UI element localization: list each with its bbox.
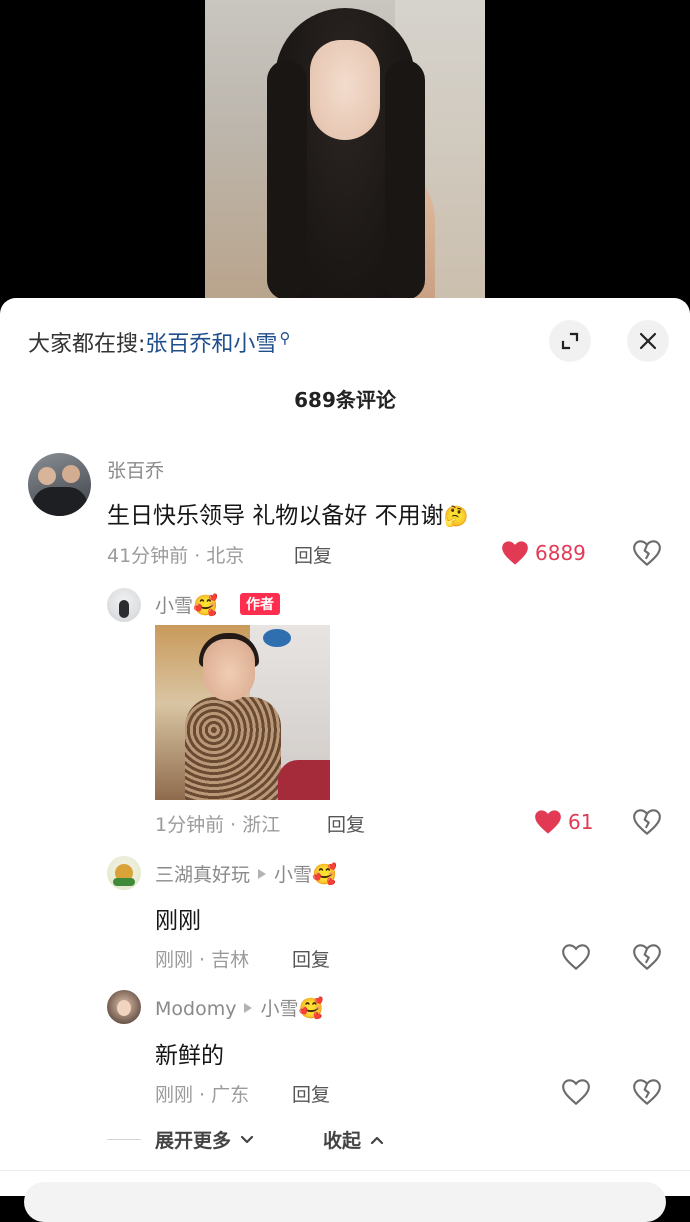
thinking-face-emoji: 🤔 [443,504,469,528]
reply-username-text: 三湖真好玩 [155,864,251,886]
smiling-face-with-hearts-emoji: 🥰 [298,996,324,1020]
chevron-up-icon [370,1136,383,1145]
avatar-face [117,1000,131,1016]
sticker-red-object [278,760,330,800]
collapse-button[interactable]: 收起 [323,1126,384,1153]
avatar[interactable] [107,588,141,622]
search-suggestion[interactable]: 大家都在搜:张百乔和小雪 ⚲ [28,326,290,358]
broken-heart-icon[interactable] [633,540,661,566]
reply-arrow-icon [258,869,267,879]
collapse-label: 收起 [323,1130,362,1152]
heart-icon[interactable] [562,1079,590,1105]
video-subject-hair-strand [267,60,307,300]
avatar[interactable] [107,990,141,1024]
sticker-blue-object [263,629,291,647]
bottom-divider [0,1170,690,1171]
comment-count: 689条评论 [294,388,396,412]
expand-more-button[interactable]: 展开更多 [155,1126,254,1153]
avatar-figure [119,600,129,618]
reply-username[interactable]: 三湖真好玩 小雪🥰 [155,860,337,887]
search-prefix: 大家都在搜: [28,332,146,357]
search-term[interactable]: 张百乔和小雪 [145,332,277,357]
reply-button[interactable]: 回复 [292,945,330,972]
reply-sticker-image[interactable] [155,625,330,800]
reply-time-location: 1分钟前 · 浙江 [155,814,281,836]
comment-username[interactable]: 张百乔 [107,456,164,483]
like-count: 61 [568,810,594,834]
reply-text: 刚刚 [155,908,201,934]
reply-time-location: 刚刚 · 广东 [155,1084,250,1106]
sticker-person-face [203,639,255,701]
avatar-clothes [32,487,88,516]
reply-username[interactable]: Modomy 小雪🥰 [155,994,323,1021]
reply-text: 新鲜的 [155,1043,224,1069]
reply-username-text: 小雪 [155,595,194,617]
avatar-face [38,467,56,485]
reply-arrow-icon [244,1003,253,1013]
thread-divider [107,1139,141,1140]
close-button[interactable] [627,320,669,362]
video-subject-face [310,40,380,140]
expand-more-label: 展开更多 [155,1130,232,1152]
video-player[interactable] [0,0,690,300]
sticker-person-body [185,697,281,800]
reply-button[interactable]: 回复 [294,541,332,568]
author-badge: 作者 [240,593,280,615]
reply-button[interactable]: 回复 [292,1080,330,1107]
like-count: 6889 [535,541,586,565]
avatar-face [62,465,80,483]
reply-target-name[interactable]: 小雪 [260,998,298,1020]
broken-heart-icon[interactable] [633,944,661,970]
broken-heart-icon[interactable] [633,1079,661,1105]
avatar-cartoon-base [113,878,135,886]
reply-target-name[interactable]: 小雪 [274,864,312,886]
video-frame[interactable] [205,0,485,300]
smiling-face-with-hearts-emoji: 🥰 [193,593,218,617]
comment-sheet: 大家都在搜:张百乔和小雪 ⚲ 689条评论 张百乔 生日快乐领导 礼物以备好 不用… [0,298,690,1222]
smiling-face-with-hearts-emoji: 🥰 [312,862,337,886]
reply-time-location: 刚刚 · 吉林 [155,949,250,971]
avatar[interactable] [28,453,91,516]
comment-input[interactable] [24,1182,666,1222]
heart-icon[interactable] [534,809,562,835]
comment-text: 生日快乐领导 礼物以备好 不用谢🤔 [107,496,469,530]
reply-username[interactable]: 小雪🥰 [155,591,218,618]
heart-icon[interactable] [501,540,529,566]
expand-icon [561,332,579,350]
reply-username-text: Modomy [155,998,237,1020]
expand-button[interactable] [549,320,591,362]
heart-icon[interactable] [562,944,590,970]
reply-button[interactable]: 回复 [327,810,365,837]
chevron-down-icon [240,1135,253,1144]
close-icon [639,332,657,350]
search-icon: ⚲ [279,329,291,347]
comment-time-location: 41分钟前 · 北京 [107,545,245,567]
broken-heart-icon[interactable] [633,809,661,835]
comment-sheet-header: 大家都在搜:张百乔和小雪 ⚲ 689条评论 [0,298,690,412]
avatar[interactable] [107,856,141,890]
video-subject-hair-strand [385,60,425,300]
comment-text-content: 生日快乐领导 礼物以备好 不用谢 [107,503,444,529]
